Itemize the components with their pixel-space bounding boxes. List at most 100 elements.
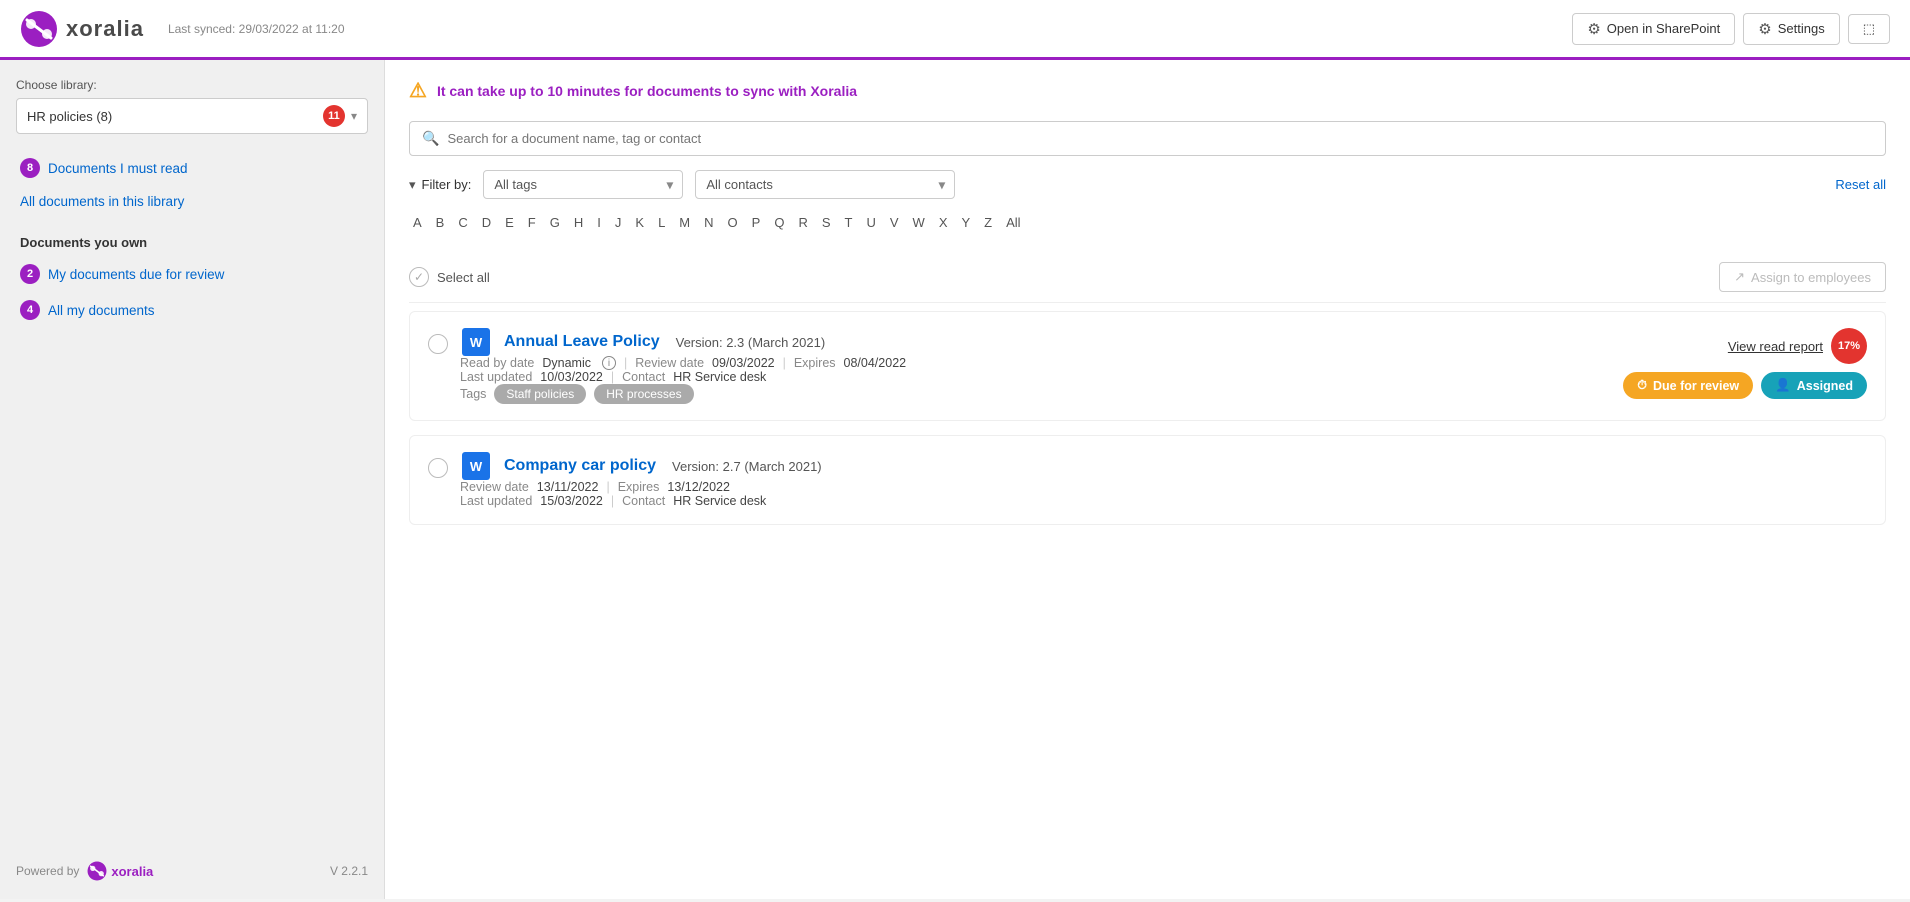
contacts-filter[interactable]: All contacts xyxy=(695,170,955,199)
library-selector[interactable]: HR policies (8) 11 ▾ xyxy=(16,98,368,134)
alpha-letter-m[interactable]: M xyxy=(675,213,694,232)
alpha-letter-r[interactable]: R xyxy=(794,213,811,232)
header-actions: ⚙ Open in SharePoint ⚙ Settings ⬚ xyxy=(1572,13,1890,45)
alpha-letter-x[interactable]: X xyxy=(935,213,952,232)
alpha-letter-p[interactable]: P xyxy=(748,213,765,232)
word-icon: W xyxy=(462,328,490,356)
tags-filter[interactable]: All tags xyxy=(483,170,683,199)
doc-meta-row-1: Read by date Dynamic i | Review date 09/… xyxy=(460,356,1607,370)
logo-text: xoralia xyxy=(66,16,144,42)
alpha-letter-d[interactable]: D xyxy=(478,213,495,232)
alpha-letter-b[interactable]: B xyxy=(432,213,449,232)
doc-card-annual-leave: W Annual Leave Policy Version: 2.3 (Marc… xyxy=(409,311,1886,421)
alpha-letter-u[interactable]: U xyxy=(862,213,879,232)
alpha-letter-a[interactable]: A xyxy=(409,213,426,232)
sync-warning: ⚠ It can take up to 10 minutes for docum… xyxy=(409,78,1886,103)
all-my-docs-link[interactable]: All my documents xyxy=(48,303,155,318)
assigned-badge[interactable]: 👤 Assigned xyxy=(1761,372,1867,399)
alpha-letter-z[interactable]: Z xyxy=(980,213,996,232)
sidebar-item-must-read[interactable]: 8 Documents I must read xyxy=(16,152,368,184)
footer-logo-text: xoralia xyxy=(111,864,153,879)
alpha-letter-j[interactable]: J xyxy=(611,213,626,232)
footer-logo-icon xyxy=(87,861,107,881)
alpha-letter-s[interactable]: S xyxy=(818,213,835,232)
assigned-label: Assigned xyxy=(1797,379,1853,393)
due-review-link[interactable]: My documents due for review xyxy=(48,267,224,282)
reset-all-link[interactable]: Reset all xyxy=(1835,177,1886,192)
select-row: ✓ Select all ↗ Assign to employees xyxy=(409,252,1886,303)
alpha-letter-n[interactable]: N xyxy=(700,213,717,232)
alpha-letter-t[interactable]: T xyxy=(841,213,857,232)
alpha-letter-c[interactable]: C xyxy=(454,213,471,232)
doc-meta-row-1: Review date 13/11/2022 | Expires 13/12/2… xyxy=(460,480,1867,494)
filter-icon: ▾ xyxy=(409,177,416,193)
sidebar: Choose library: HR policies (8) 11 ▾ 8 D… xyxy=(0,60,385,899)
chevron-down-icon: ▾ xyxy=(351,109,357,123)
gear-icon: ⚙ xyxy=(1758,20,1771,38)
assigned-icon: 👤 xyxy=(1775,378,1791,393)
tags-filter-wrap: All tags xyxy=(483,170,683,199)
alphabet-nav: ABCDEFGHIJKLMNOPQRSTUVWXYZ All xyxy=(409,213,1886,232)
doc-checkbox-company-car[interactable] xyxy=(428,458,448,478)
alpha-letter-o[interactable]: O xyxy=(724,213,742,232)
open-sharepoint-button[interactable]: ⚙ Open in SharePoint xyxy=(1572,13,1735,45)
alpha-letter-w[interactable]: W xyxy=(909,213,929,232)
search-input[interactable] xyxy=(447,131,1873,146)
review-status-label: Due for review xyxy=(1653,379,1739,393)
layout: Choose library: HR policies (8) 11 ▾ 8 D… xyxy=(0,60,1910,899)
warning-icon: ⚠ xyxy=(409,78,427,103)
info-icon: i xyxy=(602,356,616,370)
doc-title-company-car[interactable]: Company car policy xyxy=(504,457,656,475)
select-all-checkbox[interactable]: ✓ xyxy=(409,267,429,287)
settings-button[interactable]: ⚙ Settings xyxy=(1743,13,1839,45)
doc-tags-row: Tags Staff policiesHR processes xyxy=(460,384,1607,404)
sync-warning-text: It can take up to 10 minutes for documen… xyxy=(437,83,857,99)
doc-meta-row-2: Last updated 15/03/2022 | Contact HR Ser… xyxy=(460,494,1867,508)
alpha-letter-i[interactable]: I xyxy=(593,213,605,232)
doc-checkbox-annual-leave[interactable] xyxy=(428,334,448,354)
extra-icon: ⬚ xyxy=(1863,21,1875,37)
doc-title-annual-leave[interactable]: Annual Leave Policy xyxy=(504,333,660,351)
alpha-letter-e[interactable]: E xyxy=(501,213,518,232)
assign-icon: ↗ xyxy=(1734,269,1745,285)
alpha-letter-v[interactable]: V xyxy=(886,213,903,232)
doc-title-row: W Annual Leave Policy Version: 2.3 (Marc… xyxy=(428,328,1607,356)
extra-button[interactable]: ⬚ xyxy=(1848,14,1890,44)
xoralia-logo-icon xyxy=(20,10,58,48)
alpha-letter-f[interactable]: F xyxy=(524,213,540,232)
sidebar-item-all-docs[interactable]: All documents in this library xyxy=(16,188,368,215)
sidebar-footer: Powered by xoralia V 2.2.1 xyxy=(16,845,368,881)
alpha-letter-l[interactable]: L xyxy=(654,213,669,232)
sidebar-section-title: Documents you own xyxy=(20,235,368,250)
logo: xoralia xyxy=(20,10,144,48)
alpha-letter-q[interactable]: Q xyxy=(770,213,788,232)
sidebar-item-due-review[interactable]: 2 My documents due for review xyxy=(16,258,368,290)
header: xoralia Last synced: 29/03/2022 at 11:20… xyxy=(0,0,1910,60)
alpha-letter-all[interactable]: All xyxy=(1002,213,1024,232)
alpha-letter-y[interactable]: Y xyxy=(957,213,974,232)
doc-tag: Staff policies xyxy=(494,384,586,404)
filter-label: ▾ Filter by: xyxy=(409,177,471,193)
must-read-link[interactable]: Documents I must read xyxy=(48,161,188,176)
main-content: ⚠ It can take up to 10 minutes for docum… xyxy=(385,60,1910,899)
doc-card-company-car: W Company car policy Version: 2.7 (March… xyxy=(409,435,1886,525)
alpha-letter-g[interactable]: G xyxy=(546,213,564,232)
alpha-letter-k[interactable]: K xyxy=(631,213,648,232)
sidebar-item-all-my-docs[interactable]: 4 All my documents xyxy=(16,294,368,326)
select-all[interactable]: ✓ Select all xyxy=(409,267,490,287)
all-docs-link[interactable]: All documents in this library xyxy=(20,194,184,209)
view-read-report-link[interactable]: View read report xyxy=(1728,339,1823,354)
filter-row: ▾ Filter by: All tags All contacts Reset… xyxy=(409,170,1886,199)
assign-label: Assign to employees xyxy=(1751,270,1871,285)
contacts-filter-wrap: All contacts xyxy=(695,170,955,199)
alpha-letter-h[interactable]: H xyxy=(570,213,587,232)
powered-by-label: Powered by xyxy=(16,864,79,878)
assign-to-employees-button[interactable]: ↗ Assign to employees xyxy=(1719,262,1886,292)
doc-version-annual-leave: Version: 2.3 (March 2021) xyxy=(676,335,826,350)
percent-badge: 17% xyxy=(1831,328,1867,364)
doc-left: W Annual Leave Policy Version: 2.3 (Marc… xyxy=(428,328,1607,404)
filter-text: Filter by: xyxy=(422,177,472,192)
all-my-docs-badge: 4 xyxy=(20,300,40,320)
due-for-review-badge[interactable]: ⏱ Due for review xyxy=(1623,372,1753,399)
select-all-label: Select all xyxy=(437,270,490,285)
